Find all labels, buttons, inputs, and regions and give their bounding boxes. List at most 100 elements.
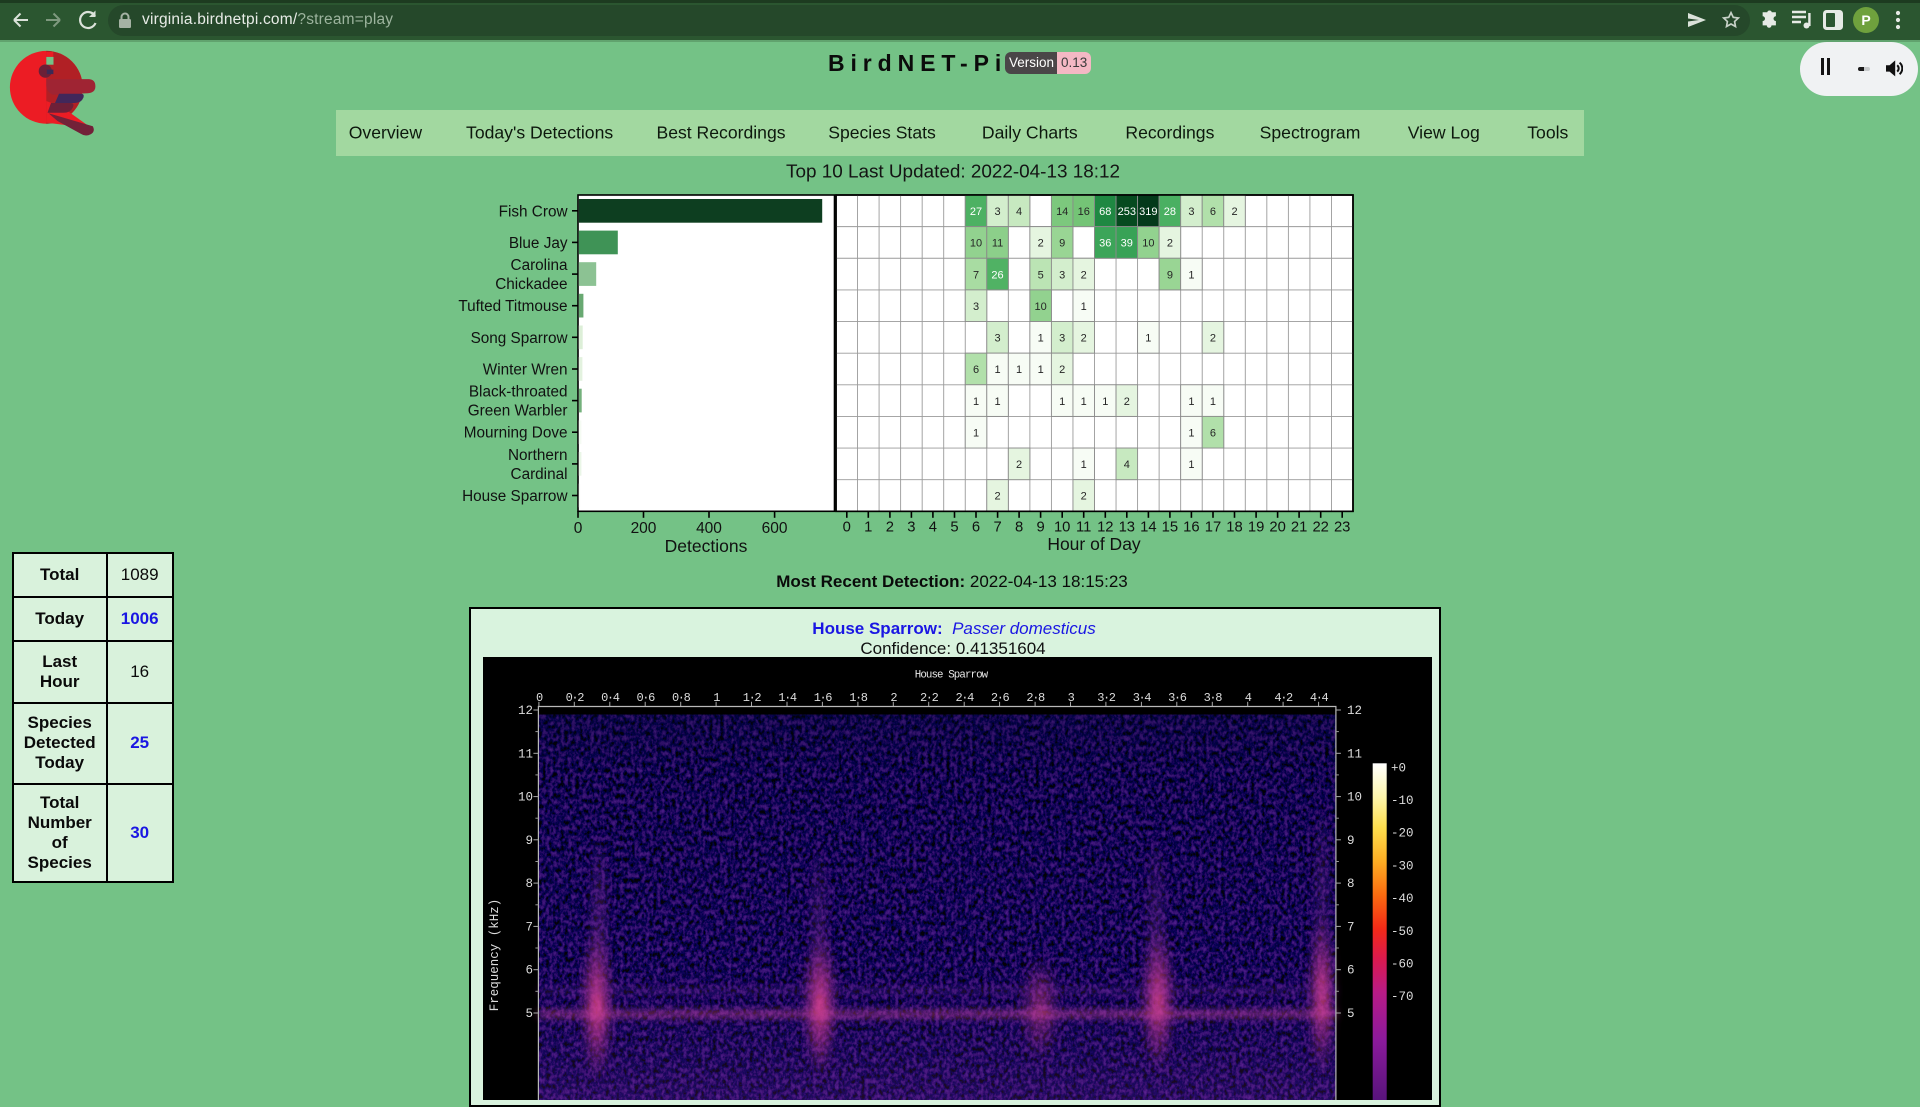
svg-text:400: 400 [696,520,722,537]
svg-text:10: 10 [1347,791,1362,805]
svg-text:3: 3 [1059,333,1065,345]
svg-text:9: 9 [1347,834,1355,848]
svg-text:18: 18 [1226,519,1242,535]
svg-text:16: 16 [1078,206,1090,218]
svg-text:3·6: 3·6 [1168,691,1187,705]
svg-text:4: 4 [1124,459,1130,471]
svg-text:14: 14 [1056,206,1068,218]
svg-text:2: 2 [994,491,1000,503]
svg-text:1: 1 [1081,301,1087,313]
svg-text:10: 10 [970,238,982,250]
svg-text:3·2: 3·2 [1097,691,1116,705]
svg-text:6: 6 [973,364,979,376]
svg-text:253: 253 [1118,206,1136,218]
svg-text:6: 6 [1210,206,1216,218]
svg-text:House Sparrow: House Sparrow [462,488,568,505]
svg-text:1: 1 [973,396,979,408]
svg-text:3: 3 [1188,206,1194,218]
svg-text:Hour of Day: Hour of Day [1047,534,1141,554]
svg-text:2·6: 2·6 [991,691,1010,705]
svg-text:Chickadee: Chickadee [495,276,567,293]
svg-text:9: 9 [1167,269,1173,281]
svg-text:0·4: 0·4 [601,691,620,705]
svg-text:Black-throated: Black-throated [469,384,568,401]
svg-text:27: 27 [970,206,982,218]
svg-text:2: 2 [1059,364,1065,376]
svg-text:-60: -60 [1391,958,1414,972]
svg-text:Tufted Titmouse: Tufted Titmouse [458,298,567,315]
svg-text:1·6: 1·6 [814,691,833,705]
svg-text:2: 2 [1016,459,1022,471]
svg-text:6: 6 [1210,427,1216,439]
svg-text:2: 2 [1231,206,1237,218]
svg-text:1: 1 [1188,427,1194,439]
svg-text:23: 23 [1334,519,1350,535]
svg-text:0: 0 [574,520,583,537]
svg-text:2: 2 [1210,333,1216,345]
svg-text:0·6: 0·6 [636,691,655,705]
svg-text:11: 11 [518,747,533,761]
svg-text:7: 7 [973,269,979,281]
svg-text:11: 11 [992,238,1003,250]
svg-text:2: 2 [1081,491,1087,503]
svg-text:14: 14 [1140,519,1156,535]
svg-text:21: 21 [1291,519,1307,535]
svg-text:15: 15 [1162,519,1178,535]
svg-text:12: 12 [1347,704,1362,718]
svg-text:1: 1 [1188,396,1194,408]
svg-text:7: 7 [993,519,1001,535]
svg-text:1·4: 1·4 [778,691,797,705]
svg-text:12: 12 [518,704,533,718]
svg-text:-20: -20 [1391,827,1414,841]
svg-text:5: 5 [525,1007,533,1021]
svg-text:11: 11 [1076,519,1091,535]
svg-text:3: 3 [973,301,979,313]
svg-text:3: 3 [1059,269,1065,281]
svg-text:-50: -50 [1391,925,1414,939]
svg-text:-10: -10 [1391,794,1414,808]
svg-text:0·2: 0·2 [566,691,585,705]
svg-text:10: 10 [1035,301,1047,313]
svg-text:Mourning Dove: Mourning Dove [464,425,568,442]
svg-text:9: 9 [525,834,533,848]
svg-text:2·8: 2·8 [1026,691,1045,705]
svg-text:319: 319 [1139,206,1157,218]
svg-text:Fish Crow: Fish Crow [499,203,569,220]
svg-text:39: 39 [1121,238,1133,250]
svg-text:20: 20 [1269,519,1285,535]
svg-text:2: 2 [886,519,894,535]
svg-text:8: 8 [525,877,533,891]
svg-text:5: 5 [1038,269,1044,281]
svg-text:Blue Jay: Blue Jay [509,235,568,252]
svg-text:36: 36 [1099,238,1111,250]
svg-text:0·8: 0·8 [672,691,691,705]
svg-text:4: 4 [929,519,937,535]
svg-text:5: 5 [1347,1007,1355,1021]
svg-text:2: 2 [1081,333,1087,345]
svg-text:2: 2 [1081,269,1087,281]
svg-text:10: 10 [1142,238,1154,250]
svg-text:11: 11 [1347,747,1362,761]
svg-text:-70: -70 [1391,990,1414,1004]
svg-text:2·2: 2·2 [920,691,939,705]
svg-text:1: 1 [994,364,1000,376]
svg-text:1: 1 [1038,333,1044,345]
svg-text:Top 10 Last Updated: 2022-04-1: Top 10 Last Updated: 2022-04-13 18:12 [786,162,1120,183]
svg-text:Green Warbler: Green Warbler [468,403,568,420]
svg-text:1: 1 [1102,396,1108,408]
svg-text:6: 6 [1347,964,1355,978]
svg-text:10: 10 [518,791,533,805]
svg-text:4: 4 [1016,206,1022,218]
svg-text:2: 2 [1167,238,1173,250]
svg-text:6: 6 [972,519,980,535]
svg-text:Carolina: Carolina [511,257,568,274]
svg-text:200: 200 [631,520,657,537]
svg-text:3·8: 3·8 [1204,691,1223,705]
svg-text:0: 0 [843,519,851,535]
svg-text:-40: -40 [1391,892,1414,906]
svg-text:Song Sparrow: Song Sparrow [471,330,569,347]
svg-text:2·4: 2·4 [955,691,974,705]
svg-text:1: 1 [1059,396,1065,408]
svg-text:600: 600 [762,520,788,537]
svg-text:Winter Wren: Winter Wren [483,362,568,379]
